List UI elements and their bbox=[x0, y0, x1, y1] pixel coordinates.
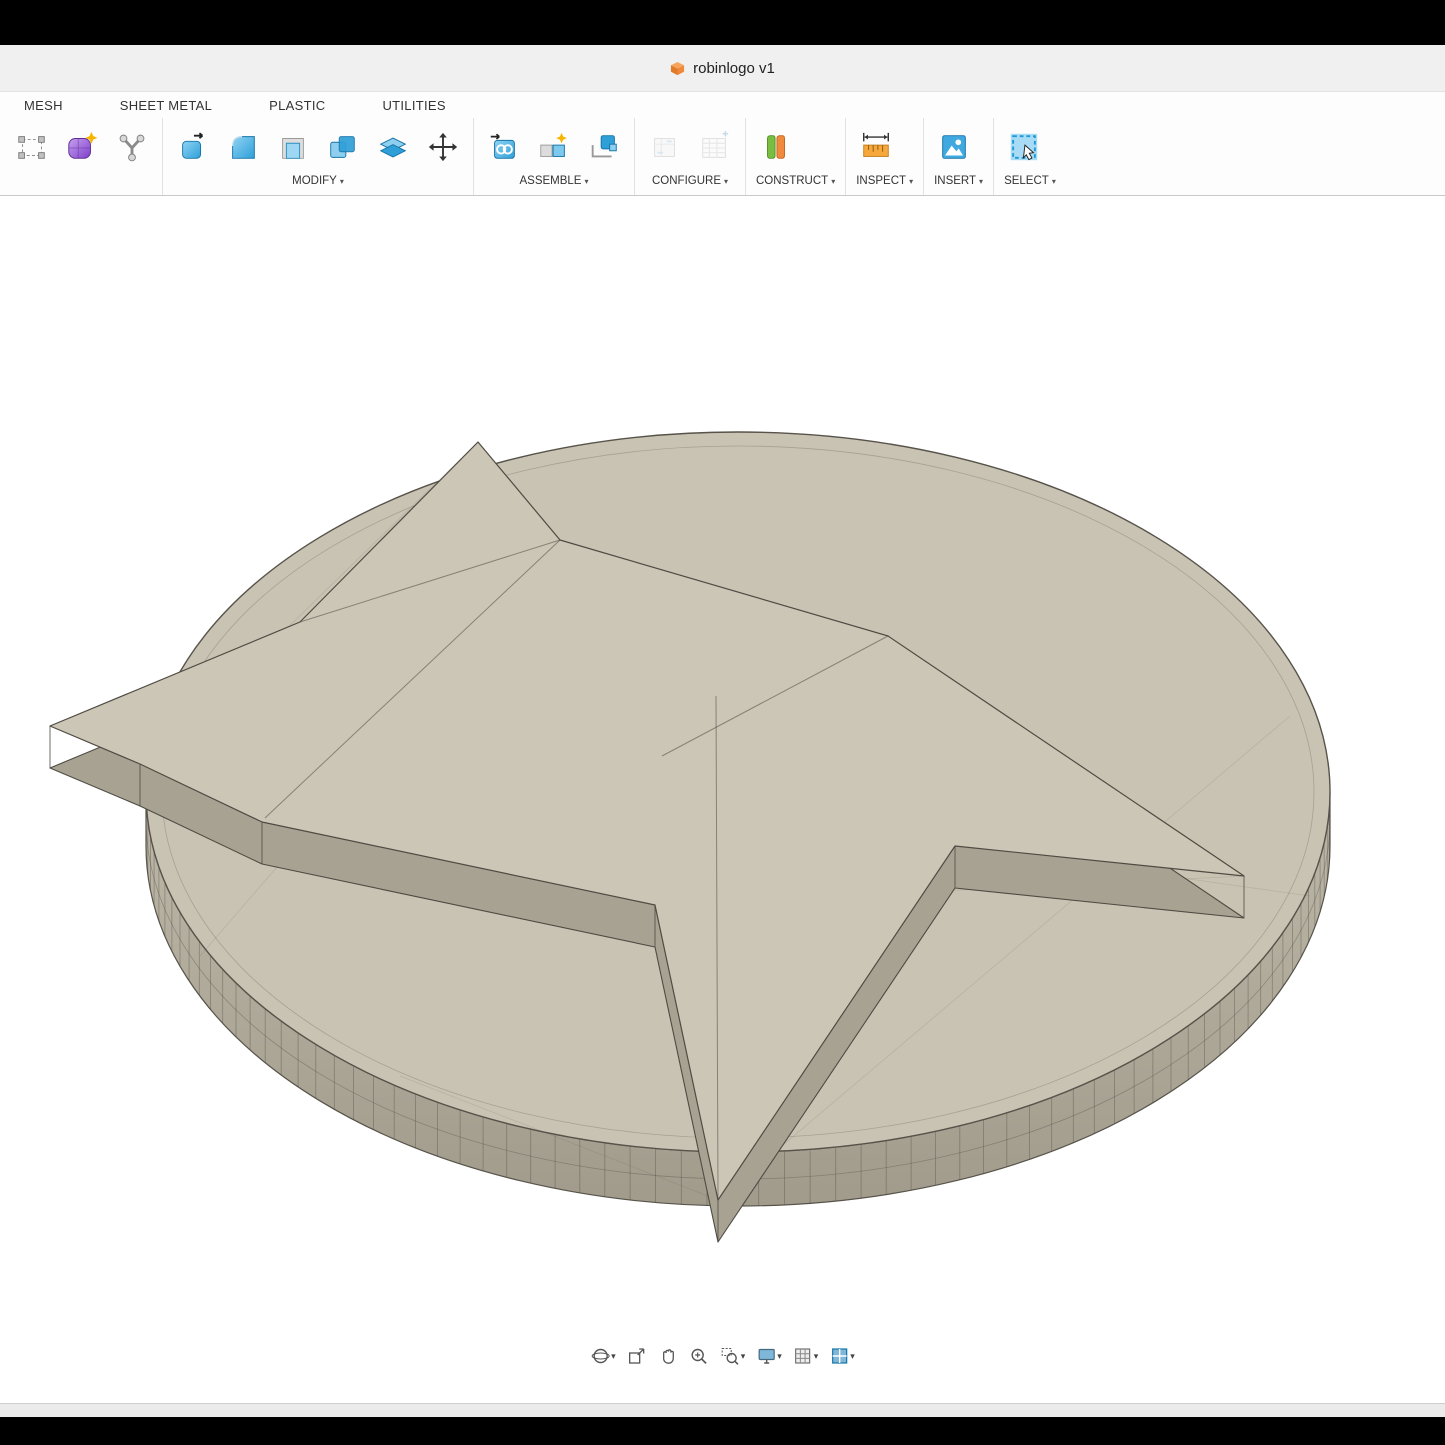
view-navigation-bar: ▾ ▾ ▾ bbox=[587, 1344, 858, 1368]
shell-icon[interactable] bbox=[273, 127, 313, 167]
bottom-bar bbox=[0, 1417, 1445, 1445]
toolbar-group-label[interactable]: CONFIGURE▾ bbox=[645, 175, 735, 187]
toolbar-group-label[interactable]: SELECT▾ bbox=[1004, 175, 1056, 187]
chevron-down-icon: ▾ bbox=[584, 177, 588, 186]
look-at-icon bbox=[627, 1346, 647, 1366]
status-strip bbox=[0, 1403, 1445, 1417]
chevron-down-icon: ▾ bbox=[979, 177, 983, 186]
toolbar-group-construct: CONSTRUCT▾ bbox=[745, 118, 845, 195]
toolbar-group-insert: INSERT▾ bbox=[923, 118, 993, 195]
grid-and-snaps-button[interactable]: ▾ bbox=[790, 1344, 822, 1368]
pan-button[interactable] bbox=[655, 1344, 681, 1368]
toolbar-group-label[interactable]: ASSEMBLE▾ bbox=[484, 175, 624, 187]
fillet-icon[interactable] bbox=[223, 127, 263, 167]
chevron-down-icon: ▾ bbox=[814, 1351, 819, 1362]
toolbar-group-configure: CONFIGURE▾ bbox=[634, 118, 745, 195]
zoom-button[interactable] bbox=[686, 1344, 712, 1368]
viewports-icon bbox=[829, 1346, 849, 1366]
model-body[interactable] bbox=[50, 432, 1330, 1242]
display-settings-icon bbox=[756, 1346, 776, 1366]
configuration-table-icon[interactable] bbox=[695, 127, 735, 167]
insert-image-icon[interactable] bbox=[934, 127, 974, 167]
toolbar-group-modify: MODIFY▾ bbox=[162, 118, 473, 195]
toolbar-group-label[interactable]: INSPECT▾ bbox=[856, 175, 913, 187]
attach-icon[interactable] bbox=[484, 127, 524, 167]
construct-plane-icon[interactable] bbox=[756, 127, 796, 167]
pan-hand-icon bbox=[658, 1346, 678, 1366]
toolbar-group-inspect: INSPECT▾ bbox=[845, 118, 923, 195]
create-form-icon[interactable] bbox=[62, 127, 102, 167]
toolbar-group-label[interactable]: CONSTRUCT▾ bbox=[756, 175, 835, 187]
joint-icon[interactable] bbox=[534, 127, 574, 167]
marquee-select-icon[interactable] bbox=[12, 127, 52, 167]
document-tab[interactable]: robinlogo v1 bbox=[0, 45, 1445, 92]
chevron-down-icon: ▾ bbox=[741, 1351, 746, 1362]
chevron-down-icon: ▾ bbox=[831, 177, 835, 186]
chevron-down-icon: ▾ bbox=[850, 1351, 855, 1362]
toolbar-group-label[interactable]: MODIFY▾ bbox=[173, 175, 463, 187]
look-at-button[interactable] bbox=[624, 1344, 650, 1368]
toolbar-group-create bbox=[2, 118, 162, 195]
reduce-icon[interactable] bbox=[112, 127, 152, 167]
chevron-down-icon: ▾ bbox=[909, 177, 913, 186]
toolbar-group-select: SELECT▾ bbox=[993, 118, 1066, 195]
chevron-down-icon: ▾ bbox=[724, 177, 728, 186]
toolbar-group-assemble: ASSEMBLE▾ bbox=[473, 118, 634, 195]
fit-button[interactable]: ▾ bbox=[717, 1344, 749, 1368]
toolbar-group-label[interactable]: INSERT▾ bbox=[934, 175, 983, 187]
ground-icon[interactable] bbox=[584, 127, 624, 167]
zoom-icon bbox=[689, 1346, 709, 1366]
grid-icon bbox=[793, 1346, 813, 1366]
select-icon[interactable] bbox=[1004, 127, 1044, 167]
document-cube-icon bbox=[670, 61, 685, 76]
ribbon-toolbar: MODIFY▾ bbox=[0, 118, 1445, 196]
ribbon-tabs: MESH SHEET METAL PLASTIC UTILITIES bbox=[0, 92, 1445, 118]
chevron-down-icon: ▾ bbox=[340, 177, 344, 186]
chevron-down-icon: ▾ bbox=[611, 1351, 616, 1362]
orbit-icon bbox=[590, 1346, 610, 1366]
chevron-down-icon: ▾ bbox=[1052, 177, 1056, 186]
tab-utilities[interactable]: UTILITIES bbox=[382, 98, 445, 113]
measure-icon[interactable] bbox=[856, 127, 896, 167]
document-title: robinlogo v1 bbox=[693, 60, 775, 77]
title-bar bbox=[0, 0, 1445, 45]
tab-sheet-metal[interactable]: SHEET METAL bbox=[120, 98, 212, 113]
model-viewport[interactable] bbox=[0, 196, 1445, 1403]
orbit-button[interactable]: ▾ bbox=[587, 1344, 619, 1368]
viewports-button[interactable]: ▾ bbox=[826, 1344, 858, 1368]
move-icon[interactable] bbox=[423, 127, 463, 167]
tab-plastic[interactable]: PLASTIC bbox=[269, 98, 325, 113]
thicken-icon[interactable] bbox=[373, 127, 413, 167]
combine-icon[interactable] bbox=[323, 127, 363, 167]
configure-icon[interactable] bbox=[645, 127, 685, 167]
display-settings-button[interactable]: ▾ bbox=[753, 1344, 785, 1368]
chevron-down-icon: ▾ bbox=[777, 1351, 782, 1362]
press-pull-icon[interactable] bbox=[173, 127, 213, 167]
tab-mesh[interactable]: MESH bbox=[24, 98, 63, 113]
window-zoom-icon bbox=[720, 1346, 740, 1366]
toolbar-group-spacer bbox=[12, 175, 152, 187]
